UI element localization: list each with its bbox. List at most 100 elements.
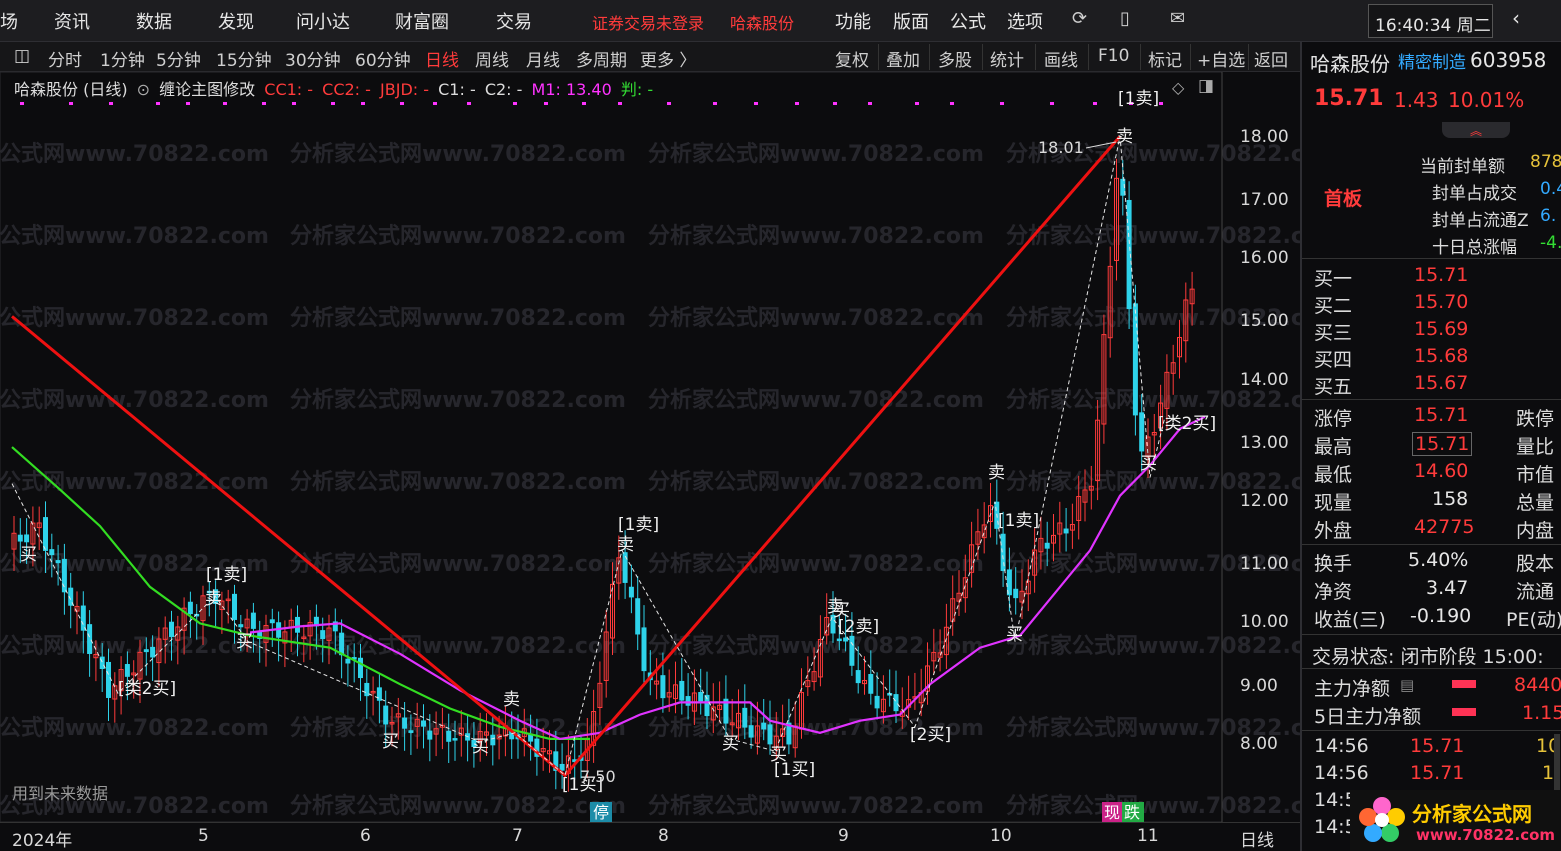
menu-news[interactable]: 资讯 xyxy=(54,8,90,34)
tool-mark[interactable]: 标记 xyxy=(1148,46,1182,71)
panel-toggle-icon[interactable]: ◨ xyxy=(1198,76,1214,96)
signal-label: [1卖] xyxy=(1118,89,1159,109)
expand-toggle-icon[interactable]: ︽ xyxy=(1442,122,1510,138)
menu-trade[interactable]: 交易 xyxy=(496,8,532,34)
fund-row: 5日主力净额 1.15 xyxy=(1314,702,1561,728)
last-price: 15.71 xyxy=(1314,86,1384,111)
bid-row: 买三 15.69 xyxy=(1314,318,1469,344)
dropdown-icon[interactable]: ⊙ xyxy=(137,80,150,99)
menu-wenxiaoda[interactable]: 问小达 xyxy=(296,8,350,34)
period-tick[interactable]: 分时 xyxy=(48,46,82,71)
menu-function[interactable]: 功能 xyxy=(835,8,871,34)
x-tick: 7 xyxy=(512,826,523,846)
tool-add-watchlist[interactable]: +自选 xyxy=(1197,46,1245,71)
period-30min[interactable]: 30分钟 xyxy=(285,46,341,71)
tick-row: 14:56 15.71 1 xyxy=(1314,762,1555,784)
candle-body xyxy=(339,632,345,656)
menu-data[interactable]: 数据 xyxy=(136,8,172,34)
candle-body xyxy=(43,517,48,551)
period-daily[interactable]: 日线 xyxy=(425,46,459,71)
signal-dot xyxy=(618,102,622,105)
period-60min[interactable]: 60分钟 xyxy=(355,46,411,71)
y-tick: 10.00 xyxy=(1240,612,1289,632)
signal-dot xyxy=(544,102,548,105)
signal-label: 买 xyxy=(1006,625,1023,645)
phone-icon[interactable]: ▯ xyxy=(1120,8,1130,29)
fund-bar xyxy=(1452,680,1476,688)
menu-layout[interactable]: 版面 xyxy=(893,8,929,34)
candle-body xyxy=(55,560,61,564)
refresh-icon[interactable]: ⟳ xyxy=(1072,8,1087,29)
tool-statistics[interactable]: 统计 xyxy=(990,46,1024,71)
login-warning[interactable]: 证券交易未登录 xyxy=(592,10,704,34)
period-weekly[interactable]: 周线 xyxy=(475,46,509,71)
x-tick: 11 xyxy=(1137,826,1159,846)
bid-row: 买一 15.71 xyxy=(1314,264,1469,290)
candle-body xyxy=(345,658,351,664)
menu-options[interactable]: 选项 xyxy=(1007,8,1043,34)
kline-chart[interactable]: 买[类2买][1卖]卖买买 买卖买[1买][1卖]卖买买[1买]卖[2卖][2买]… xyxy=(0,72,1300,851)
signal-label: [1卖] xyxy=(618,515,659,535)
x-tick: 5 xyxy=(198,826,209,846)
seal-row: 十日总涨幅 -4.0 xyxy=(1432,233,1561,258)
signal-dot xyxy=(868,102,872,105)
tool-restore-rights[interactable]: 复权 xyxy=(835,46,869,71)
signal-dot xyxy=(156,102,160,105)
candle-body xyxy=(24,534,30,543)
stat-row: 现量 158 总量 xyxy=(1314,488,1555,514)
tick-row: 14:56 15.71 10 xyxy=(1314,735,1561,757)
period-1min[interactable]: 1分钟 xyxy=(100,46,145,71)
logo-title: 分析家公式网 xyxy=(1412,802,1532,826)
tool-f10[interactable]: F10 xyxy=(1098,46,1129,66)
period-monthly[interactable]: 月线 xyxy=(526,46,560,71)
candle-body xyxy=(124,664,130,677)
candle-body xyxy=(836,638,842,642)
sector-tag[interactable]: 精密制造 xyxy=(1398,48,1466,73)
candle-body xyxy=(628,586,634,598)
tool-return[interactable]: 返回 xyxy=(1254,46,1288,71)
cash-badge-text: 现 xyxy=(1104,803,1120,822)
tool-overlay[interactable]: 叠加 xyxy=(886,46,920,71)
formula-name[interactable]: 缠论主图修改 xyxy=(159,80,255,99)
signal-label: 买 xyxy=(382,732,399,752)
value-cc2: CC2: - xyxy=(322,80,371,99)
mail-icon[interactable]: ✉ xyxy=(1170,8,1185,29)
signal-label: [1买] xyxy=(774,760,815,780)
candle-body xyxy=(622,552,628,583)
menu-wealth-circle[interactable]: 财富圈 xyxy=(395,8,449,34)
menu-market[interactable]: 场 xyxy=(0,8,18,34)
candle-body xyxy=(408,730,414,733)
signal-dot xyxy=(1050,102,1054,105)
signal-label: 买 xyxy=(722,734,739,754)
candle-body xyxy=(320,630,326,640)
signal-dot xyxy=(513,102,517,105)
signal-dot xyxy=(361,102,365,105)
candle-body xyxy=(269,619,275,624)
candle-body xyxy=(874,695,880,709)
menu-discover[interactable]: 发现 xyxy=(218,8,254,34)
period-15min[interactable]: 15分钟 xyxy=(216,46,272,71)
back-arrow-icon[interactable]: ‹ xyxy=(1512,6,1520,30)
candle-body xyxy=(49,549,55,556)
scrollbar[interactable] xyxy=(1554,734,1560,794)
period-5min[interactable]: 5分钟 xyxy=(156,46,201,71)
value-pan: 判: - xyxy=(620,80,654,99)
tool-draw-line[interactable]: 画线 xyxy=(1044,46,1078,71)
menu-formula[interactable]: 公式 xyxy=(950,8,986,34)
bid-row: 买四 15.68 xyxy=(1314,345,1469,371)
diamond-icon[interactable]: ◇ xyxy=(1172,78,1184,97)
y-tick: 13.00 xyxy=(1240,433,1289,453)
top-stock-name[interactable]: 哈森股份 xyxy=(730,10,794,34)
y-tick: 11.00 xyxy=(1240,554,1289,574)
period-more[interactable]: 更多 〉 xyxy=(640,46,696,71)
y-tick: 9.00 xyxy=(1240,676,1278,696)
tool-multi-stock[interactable]: 多股 xyxy=(938,46,972,71)
kline-chart-area[interactable]: 分析家公式网www.70822.com分析家公式网www.70822.com分析… xyxy=(0,72,1342,823)
period-multi[interactable]: 多周期 xyxy=(576,46,627,71)
signal-dot xyxy=(20,102,24,105)
layout-toggle-icon[interactable]: ◫ xyxy=(14,46,30,66)
signal-dot xyxy=(1000,102,1004,105)
candle-body xyxy=(358,657,363,679)
signal-label: 卖 xyxy=(205,589,222,609)
signal-dot xyxy=(433,102,437,105)
